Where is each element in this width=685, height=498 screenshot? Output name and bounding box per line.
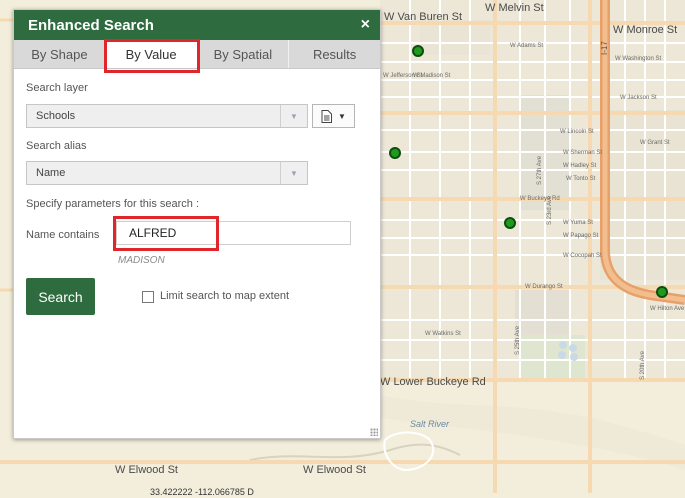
street-label: W Hilton Ave: [650, 306, 685, 312]
tab-label: By Shape: [31, 46, 88, 62]
street-label: W Yuma St: [563, 220, 593, 226]
street-label: S 23rd Ave: [547, 195, 553, 225]
school-marker-icon[interactable]: [412, 45, 424, 57]
tab-label: By Spatial: [213, 46, 273, 62]
street-label: W Tonto St: [566, 176, 596, 182]
school-marker-icon[interactable]: [656, 286, 668, 298]
search-layer-value: Schools: [36, 110, 76, 122]
coordinates-readout: 33.422222 -112.066785 D: [150, 487, 254, 497]
street-label: W Hadley St: [563, 163, 597, 169]
tab-results[interactable]: Results: [289, 40, 380, 68]
street-label: W Van Buren St: [384, 11, 463, 23]
street-label: W Elwood St: [115, 464, 178, 476]
street-label: W Cocopah St: [563, 253, 602, 259]
street-label: W Jefferson St: [383, 73, 423, 79]
street-label: W Papago St: [563, 233, 599, 239]
panel-title: Enhanced Search: [28, 16, 154, 34]
limit-extent-label: Limit search to map extent: [160, 290, 290, 302]
tab-by-shape[interactable]: By Shape: [14, 40, 106, 68]
input-highlight-box: [113, 216, 219, 251]
school-marker-icon[interactable]: [504, 217, 516, 229]
search-layer-label: Search layer: [26, 82, 88, 94]
street-label: W Jackson St: [620, 95, 657, 101]
tab-label: Results: [312, 46, 357, 62]
street-label: W Buckeye Rd: [520, 196, 560, 202]
input-hint: MADISON: [118, 255, 165, 266]
name-contains-label: Name contains: [26, 229, 100, 241]
street-label: W Sherman St: [563, 150, 603, 156]
street-label: W Adams St: [510, 43, 544, 49]
freeway-label: I-17: [600, 41, 609, 55]
search-layer-select[interactable]: Schools ▼: [26, 104, 308, 128]
street-label: S 25th Ave: [515, 326, 521, 355]
chevron-down-icon: ▼: [280, 162, 307, 184]
street-label: W Monroe St: [613, 24, 678, 36]
tab-highlight-box: [104, 39, 200, 73]
street-label: S 27th Ave: [537, 156, 543, 185]
river-label: Salt River: [410, 419, 450, 429]
street-label: W Melvin St: [485, 2, 544, 14]
search-button[interactable]: Search: [26, 278, 95, 315]
limit-extent-checkbox[interactable]: [142, 291, 154, 303]
params-label: Specify parameters for this search :: [26, 198, 200, 210]
chevron-down-icon: ▼: [280, 105, 307, 127]
street-label: W Elwood St: [303, 464, 366, 476]
caret-down-icon: ▼: [338, 111, 346, 121]
search-alias-select[interactable]: Name ▼: [26, 161, 308, 185]
layer-options-button[interactable]: ▼: [312, 104, 355, 128]
street-label: W Lincoln St: [560, 129, 594, 135]
street-label: W Durango St: [525, 284, 563, 290]
street-label: W Lower Buckeye Rd: [380, 376, 486, 388]
search-alias-value: Name: [36, 167, 66, 179]
tab-by-spatial[interactable]: By Spatial: [198, 40, 290, 68]
street-label: W Watkins St: [425, 331, 461, 337]
school-marker-icon[interactable]: [389, 147, 401, 159]
document-icon: [321, 109, 333, 123]
search-alias-label: Search alias: [26, 140, 87, 152]
enhanced-search-panel: Enhanced Search × By Shape By Value By S…: [13, 9, 381, 439]
resize-handle[interactable]: [370, 428, 378, 436]
close-icon[interactable]: ×: [361, 16, 370, 34]
street-label: S 20th Ave: [640, 351, 646, 380]
panel-header: Enhanced Search ×: [14, 10, 380, 40]
street-label: W Washington St: [615, 56, 662, 62]
street-label: W Grant St: [640, 140, 670, 146]
